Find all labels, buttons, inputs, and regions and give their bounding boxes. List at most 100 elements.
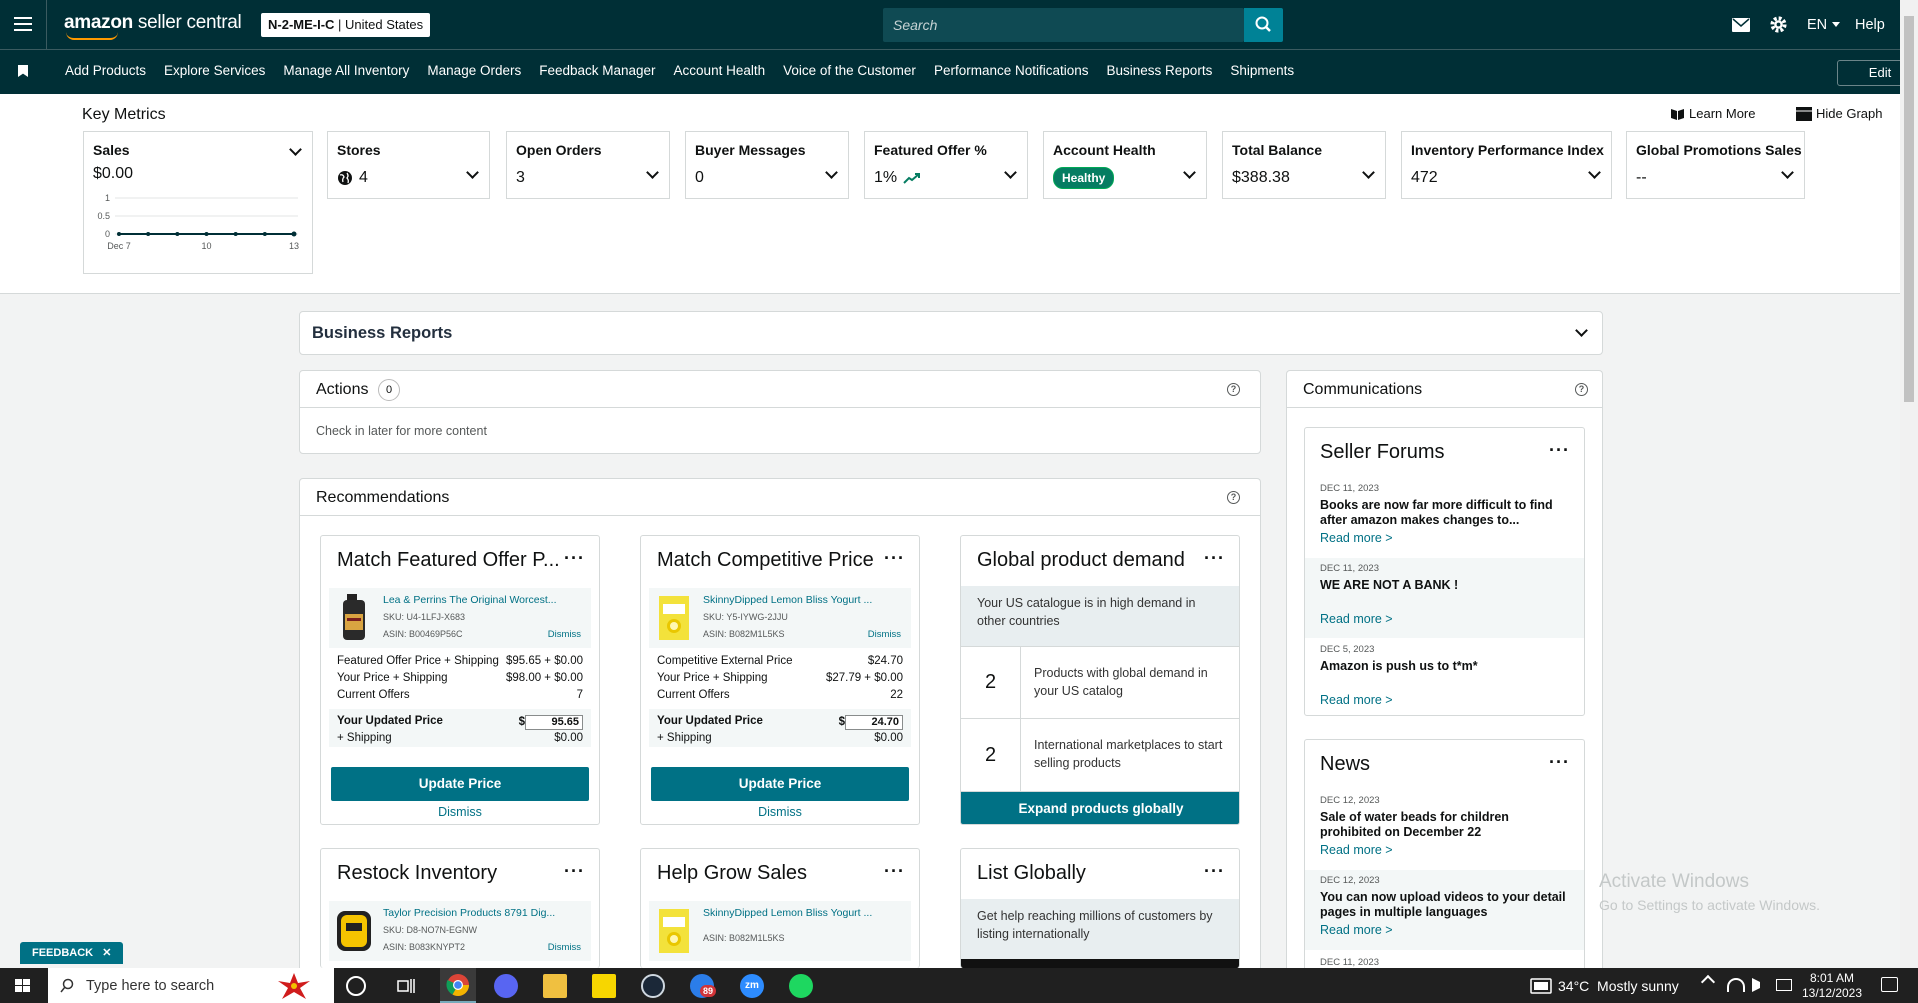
chevron-down-icon[interactable]: [1362, 166, 1375, 179]
more-options-icon[interactable]: ···: [564, 548, 585, 569]
chevron-up-icon[interactable]: [1700, 974, 1716, 990]
update-price-button[interactable]: Update Price: [331, 767, 589, 801]
total-balance-card[interactable]: Total Balance $388.38: [1222, 131, 1386, 199]
forum-post[interactable]: DEC 11, 2023 Books are now far more diff…: [1305, 483, 1584, 545]
clock[interactable]: 8:01 AM 13/12/2023: [1798, 971, 1866, 1001]
product-link[interactable]: SkinnyDipped Lemon Bliss Yogurt ...: [703, 594, 872, 606]
bookmark-icon[interactable]: [18, 65, 28, 77]
help-icon[interactable]: ?: [1227, 491, 1240, 504]
stores-card[interactable]: Stores 4: [327, 131, 490, 199]
help-icon[interactable]: ?: [1575, 383, 1588, 396]
inventory-performance-card[interactable]: Inventory Performance Index 472: [1401, 131, 1612, 199]
search-button[interactable]: [1244, 8, 1283, 42]
nav-performance-notifications[interactable]: Performance Notifications: [934, 63, 1089, 78]
dismiss-link[interactable]: Dismiss: [321, 805, 599, 819]
steam-icon[interactable]: [641, 974, 665, 998]
read-more-link[interactable]: Read more >: [1320, 843, 1569, 857]
chevron-down-icon[interactable]: [1183, 166, 1196, 179]
zoom-icon[interactable]: zm: [740, 974, 764, 998]
learn-more-link[interactable]: Learn More: [1670, 106, 1755, 121]
featured-offer-card[interactable]: Featured Offer % 1%: [864, 131, 1028, 199]
global-promotions-card[interactable]: Global Promotions Sales --: [1626, 131, 1805, 199]
language-selector[interactable]: EN: [1807, 0, 1841, 49]
news-item[interactable]: DEC 12, 2023 Sale of water beads for chi…: [1305, 795, 1584, 857]
more-options-icon[interactable]: ···: [1549, 752, 1570, 773]
updated-price-input[interactable]: 95.65: [525, 715, 583, 730]
update-price-button[interactable]: Update Price: [651, 767, 909, 801]
spotify-icon[interactable]: [789, 974, 813, 998]
amazon-seller-central-logo[interactable]: amazon seller central: [64, 12, 242, 40]
nav-manage-orders[interactable]: Manage Orders: [427, 63, 521, 78]
mail-button[interactable]: [1732, 0, 1750, 49]
sales-card[interactable]: Sales $0.00 1 0.5 0 Dec 7 10 13: [83, 131, 313, 274]
updated-price-input[interactable]: 24.70: [845, 715, 903, 730]
more-options-icon[interactable]: ···: [884, 861, 905, 882]
notifications-icon[interactable]: [1881, 977, 1898, 992]
dismiss-link[interactable]: Dismiss: [641, 805, 919, 819]
read-more-link[interactable]: Read more >: [1320, 693, 1569, 707]
weather-icon[interactable]: [1530, 978, 1552, 994]
keyboard-icon[interactable]: [1776, 979, 1792, 991]
close-icon[interactable]: ✕: [102, 947, 111, 959]
forum-post[interactable]: DEC 5, 2023 Amazon is push us to t*m* Re…: [1305, 644, 1584, 707]
global-demand-stat[interactable]: 2 International marketplaces to start se…: [961, 719, 1239, 792]
nav-explore-services[interactable]: Explore Services: [164, 63, 265, 78]
nav-shipments[interactable]: Shipments: [1230, 63, 1294, 78]
expand-globally-button[interactable]: Expand products globally: [961, 792, 1239, 824]
settings-button[interactable]: [1769, 0, 1788, 49]
cortana-icon[interactable]: [346, 976, 366, 996]
speaker-icon[interactable]: [1752, 978, 1762, 992]
read-more-link[interactable]: Read more >: [1320, 923, 1569, 937]
messenger-icon[interactable]: 89: [690, 974, 717, 998]
help-link[interactable]: Help: [1855, 0, 1885, 49]
product-dismiss-link[interactable]: Dismiss: [868, 629, 901, 640]
product-thumbnail[interactable]: [335, 592, 373, 642]
hide-graph-link[interactable]: Hide Graph: [1796, 106, 1882, 121]
product-dismiss-link[interactable]: Dismiss: [548, 942, 581, 953]
more-options-icon[interactable]: ···: [884, 548, 905, 569]
read-more-link[interactable]: Read more >: [1320, 531, 1569, 545]
account-switcher[interactable]: N-2-ME-I-C | United States: [261, 13, 431, 37]
chevron-down-icon[interactable]: [1004, 166, 1017, 179]
chevron-down-icon[interactable]: [466, 166, 479, 179]
product-link[interactable]: SkinnyDipped Lemon Bliss Yogurt ...: [703, 907, 872, 919]
windows-start-button[interactable]: [0, 968, 46, 1003]
product-dismiss-link[interactable]: Dismiss: [548, 629, 581, 640]
more-options-icon[interactable]: ···: [564, 861, 585, 882]
nav-account-health[interactable]: Account Health: [674, 63, 766, 78]
product-thumbnail[interactable]: [655, 592, 693, 642]
global-demand-stat[interactable]: 2 Products with global demand in your US…: [961, 646, 1239, 719]
task-view-icon[interactable]: [397, 977, 415, 995]
news-item[interactable]: DEC 11, 2023: [1305, 957, 1584, 968]
help-icon[interactable]: ?: [1227, 383, 1240, 396]
nav-voice-of-customer[interactable]: Voice of the Customer: [783, 63, 916, 78]
chevron-down-icon[interactable]: [646, 166, 659, 179]
buyer-messages-card[interactable]: Buyer Messages 0: [685, 131, 849, 199]
feedback-tab[interactable]: FEEDBACK ✕: [20, 942, 124, 964]
nav-add-products[interactable]: Add Products: [65, 63, 146, 78]
nav-business-reports[interactable]: Business Reports: [1107, 63, 1213, 78]
product-link[interactable]: Taylor Precision Products 8791 Dig...: [383, 907, 555, 919]
hamburger-menu-icon[interactable]: [14, 17, 32, 31]
search-input[interactable]: Search: [883, 8, 1244, 42]
open-orders-card[interactable]: Open Orders 3: [506, 131, 670, 199]
chevron-down-icon[interactable]: [1781, 166, 1794, 179]
nav-manage-all-inventory[interactable]: Manage All Inventory: [283, 63, 409, 78]
chevron-down-icon[interactable]: [825, 166, 838, 179]
more-options-icon[interactable]: ···: [1204, 548, 1225, 569]
business-reports-panel[interactable]: Business Reports: [299, 311, 1603, 355]
chevron-down-icon[interactable]: [1588, 166, 1601, 179]
forum-post[interactable]: DEC 11, 2023 WE ARE NOT A BANK ! Read mo…: [1305, 558, 1584, 638]
taskbar-search-box[interactable]: Type here to search: [48, 968, 334, 1003]
account-health-card[interactable]: Account Health Healthy: [1043, 131, 1207, 199]
chevron-down-icon[interactable]: [1575, 324, 1588, 337]
product-thumbnail[interactable]: [335, 905, 373, 955]
read-more-link[interactable]: Read more >: [1320, 612, 1569, 626]
more-options-icon[interactable]: ···: [1549, 440, 1570, 461]
scrollbar-thumb[interactable]: [1904, 16, 1914, 402]
weather-text[interactable]: 34°C Mostly sunny: [1558, 978, 1679, 994]
more-options-icon[interactable]: ···: [1204, 861, 1225, 882]
sticky-notes-icon[interactable]: [592, 974, 616, 998]
product-thumbnail[interactable]: [655, 905, 693, 955]
network-icon[interactable]: [1727, 978, 1745, 992]
